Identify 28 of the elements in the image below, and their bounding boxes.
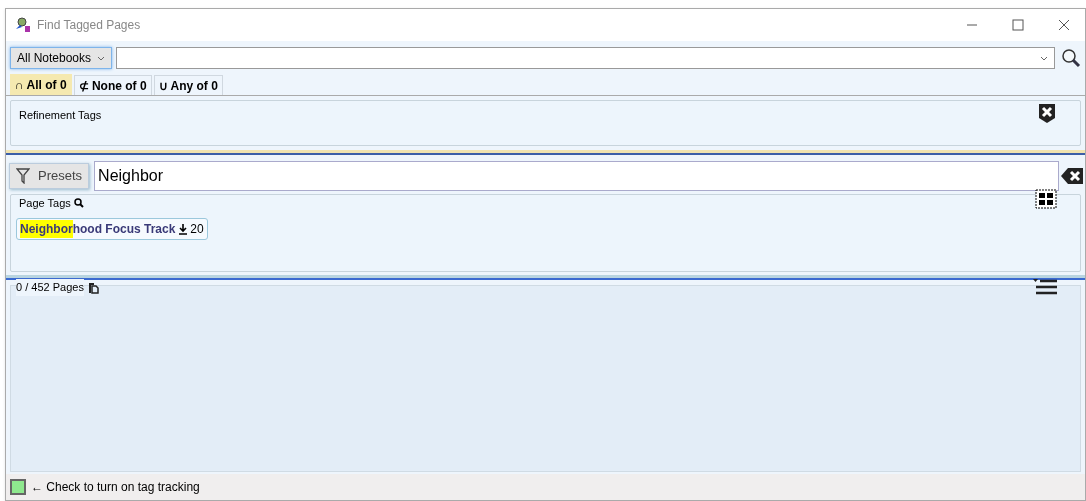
tag-filter-field[interactable]: Neighbor [94, 161, 1059, 191]
filter-icon [16, 168, 30, 184]
presets-button[interactable]: Presets [9, 163, 90, 189]
menu-icon[interactable] [1033, 279, 1057, 295]
download-icon [178, 223, 189, 235]
notebook-dropdown[interactable]: All Notebooks [10, 47, 113, 69]
clear-icon[interactable] [1037, 102, 1057, 124]
grid-view-icon[interactable] [1035, 189, 1057, 209]
app-icon [15, 17, 31, 33]
window-title: Find Tagged Pages [37, 17, 141, 34]
status-text: ← Check to turn on tag tracking [31, 479, 200, 496]
copy-icon[interactable] [87, 281, 99, 294]
panel-title: Refinement Tags [19, 109, 102, 121]
clear-text-icon[interactable] [1061, 167, 1083, 185]
search-combo-field[interactable] [116, 47, 1055, 69]
search-icon [1061, 48, 1081, 68]
filter-tab[interactable]: ∩ All of 0 [10, 74, 72, 95]
search-icon [73, 198, 84, 208]
tag-tracking-checkbox[interactable] [10, 479, 26, 495]
panel-title: Page Tags [19, 195, 71, 211]
page-count: 0 / 452 Pages [16, 279, 84, 296]
close-icon[interactable] [1058, 19, 1070, 31]
maximize-icon[interactable] [1012, 19, 1024, 31]
chevron-down-icon [97, 55, 106, 61]
filter-tab[interactable]: ⊄ None of 0 [73, 75, 152, 95]
chevron-down-icon [1040, 55, 1048, 61]
filter-tab[interactable]: ∪ Any of 0 [153, 75, 223, 95]
search-button[interactable] [1059, 46, 1083, 70]
